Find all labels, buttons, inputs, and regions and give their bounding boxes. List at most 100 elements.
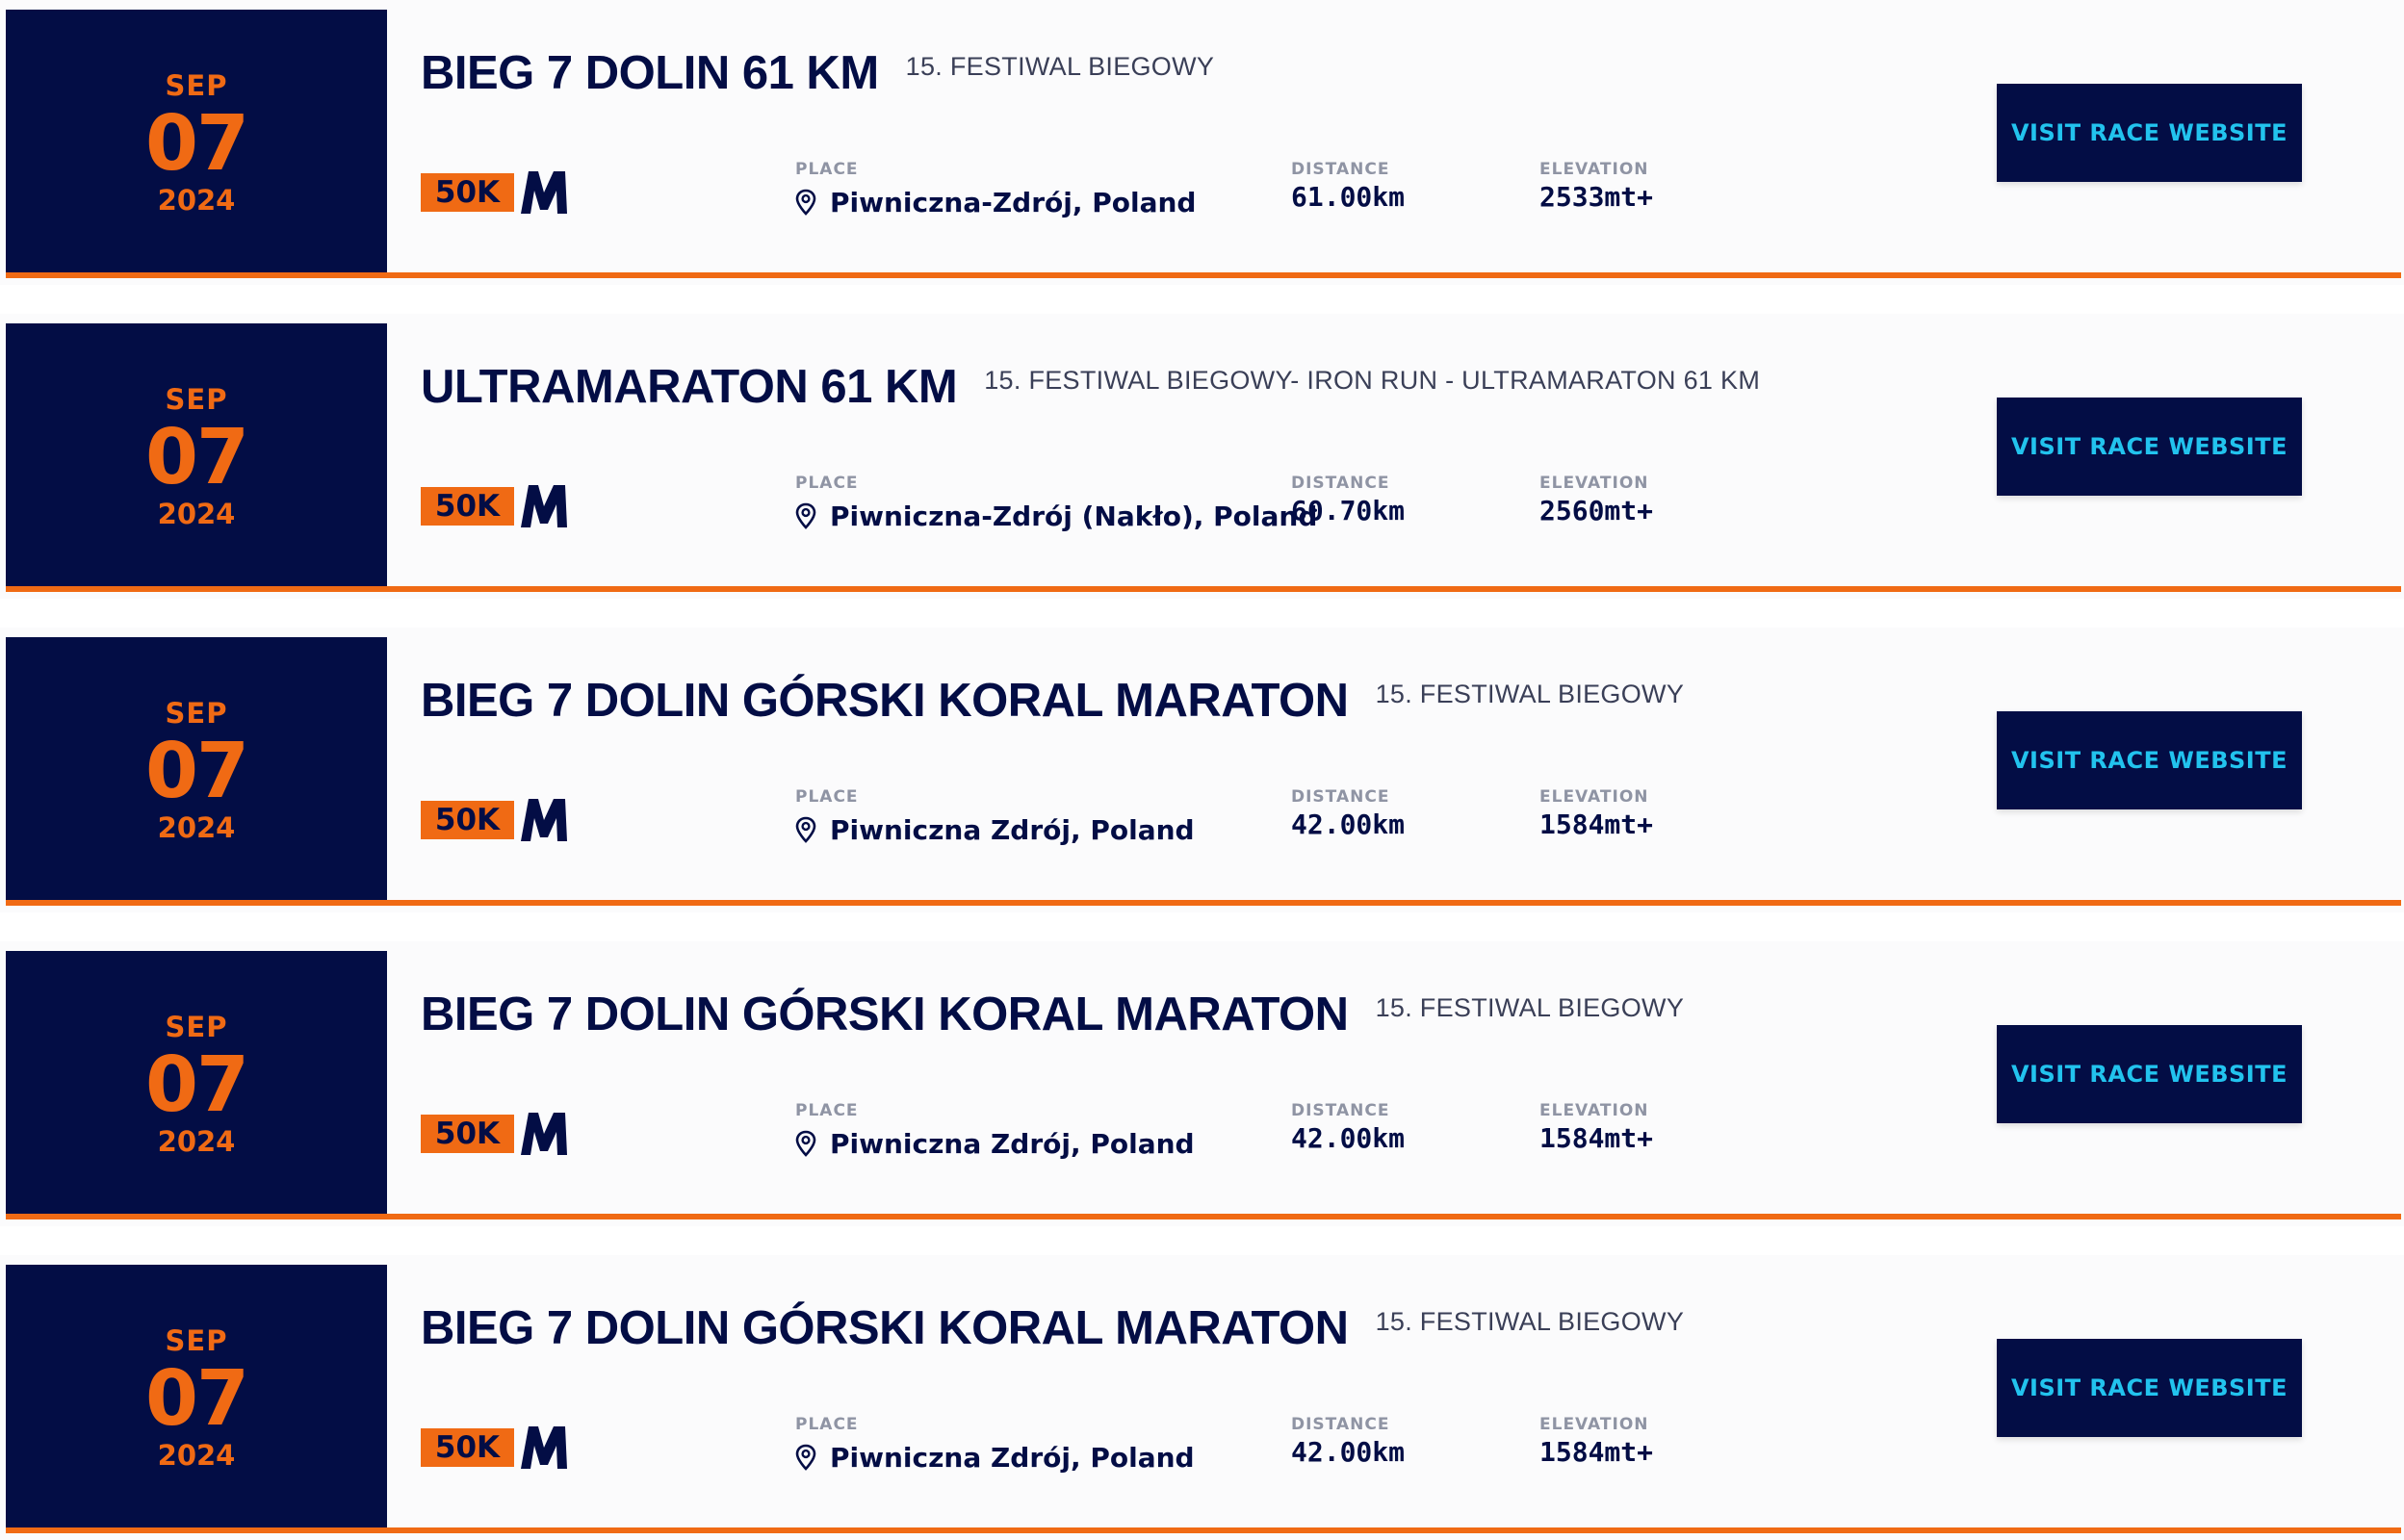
place-label: PLACE — [795, 787, 859, 807]
date-month: SEP — [165, 69, 228, 102]
place-label: PLACE — [795, 474, 859, 493]
place-value: Piwniczna Zdrój, Poland — [795, 814, 1195, 846]
date-month: SEP — [165, 1324, 228, 1357]
distance-value: 42.00km — [1291, 1436, 1406, 1468]
date-year: 2024 — [157, 1439, 236, 1472]
race-subtitle: 15. FESTIWAL BIEGOWY — [1375, 680, 1685, 708]
badge-distance-label: 50K — [421, 1428, 514, 1467]
elevation-value: 2533mt+ — [1539, 181, 1654, 213]
location-pin-icon — [795, 1130, 816, 1157]
distance-value: 60.70km — [1291, 495, 1406, 526]
race-subtitle: 15. FESTIWAL BIEGOWY — [1375, 993, 1685, 1022]
elevation-label: ELEVATION — [1539, 474, 1649, 493]
date-month: SEP — [165, 383, 228, 416]
place-text: Piwniczna Zdrój, Poland — [830, 1128, 1195, 1160]
race-card: SEP 07 2024 BIEG 7 DOLIN GÓRSKI KORAL MA… — [0, 1255, 2404, 1540]
place-text: Piwniczna Zdrój, Poland — [830, 814, 1195, 846]
distance-label: DISTANCE — [1291, 1101, 1390, 1120]
m-logo-icon — [521, 1113, 567, 1155]
elevation-label: ELEVATION — [1539, 787, 1649, 807]
distance-label: DISTANCE — [1291, 160, 1390, 179]
race-title-row: BIEG 7 DOLIN GÓRSKI KORAL MARATON 15. FES… — [421, 988, 1684, 1041]
race-title-row: BIEG 7 DOLIN 61 KM 15. FESTIWAL BIEGOWY — [421, 46, 1214, 100]
m-logo-icon — [521, 171, 567, 214]
race-title[interactable]: BIEG 7 DOLIN GÓRSKI KORAL MARATON — [421, 1302, 1349, 1354]
badge-distance-label: 50K — [421, 801, 514, 839]
distance-value: 42.00km — [1291, 808, 1406, 840]
race-title-row: ULTRAMARATON 61 KM 15. FESTIWAL BIEGOWY- … — [421, 360, 1760, 414]
distance-category-badge: 50K — [421, 789, 575, 841]
elevation-value: 1584mt+ — [1539, 1122, 1654, 1154]
badge-distance-label: 50K — [421, 1115, 514, 1153]
race-card: SEP 07 2024 BIEG 7 DOLIN 61 KM 15. FESTIW… — [0, 0, 2404, 285]
badge-distance-label: 50K — [421, 173, 514, 212]
m-logo-icon — [521, 1426, 567, 1469]
location-pin-icon — [795, 189, 816, 216]
place-label: PLACE — [795, 1415, 859, 1434]
race-subtitle: 15. FESTIWAL BIEGOWY — [1375, 1307, 1685, 1336]
badge-distance-label: 50K — [421, 487, 514, 526]
distance-value: 42.00km — [1291, 1122, 1406, 1154]
race-card: SEP 07 2024 ULTRAMARATON 61 KM 15. FESTIW… — [0, 314, 2404, 599]
elevation-value: 2560mt+ — [1539, 495, 1654, 526]
race-subtitle: 15. FESTIWAL BIEGOWY — [905, 52, 1215, 81]
date-year: 2024 — [157, 498, 236, 530]
visit-race-website-button[interactable]: VISIT RACE WEBSITE — [1997, 1339, 2302, 1437]
race-subtitle: 15. FESTIWAL BIEGOWY- IRON RUN - ULTRAMA… — [984, 366, 1761, 395]
place-label: PLACE — [795, 160, 859, 179]
distance-category-badge: 50K — [421, 475, 575, 527]
place-text: Piwniczna-Zdrój, Poland — [830, 187, 1197, 218]
date-day: 07 — [145, 1040, 249, 1129]
distance-category-badge: 50K — [421, 1417, 575, 1469]
date-block: SEP 07 2024 — [6, 323, 387, 586]
distance-label: DISTANCE — [1291, 1415, 1390, 1434]
race-card: SEP 07 2024 BIEG 7 DOLIN GÓRSKI KORAL MA… — [0, 628, 2404, 912]
date-day: 07 — [145, 727, 249, 815]
date-block: SEP 07 2024 — [6, 637, 387, 900]
date-day: 07 — [145, 1354, 249, 1443]
visit-race-website-button[interactable]: VISIT RACE WEBSITE — [1997, 1025, 2302, 1123]
date-month: SEP — [165, 697, 228, 730]
date-year: 2024 — [157, 811, 236, 844]
date-day: 07 — [145, 99, 249, 188]
place-label: PLACE — [795, 1101, 859, 1120]
location-pin-icon — [795, 1444, 816, 1471]
elevation-label: ELEVATION — [1539, 1415, 1649, 1434]
place-value: Piwniczna-Zdrój (Nakło), Poland — [795, 500, 1317, 532]
distance-value: 61.00km — [1291, 181, 1406, 213]
visit-race-website-button[interactable]: VISIT RACE WEBSITE — [1997, 711, 2302, 809]
visit-race-website-button[interactable]: VISIT RACE WEBSITE — [1997, 398, 2302, 496]
race-card: SEP 07 2024 BIEG 7 DOLIN GÓRSKI KORAL MA… — [0, 941, 2404, 1226]
m-logo-icon — [521, 799, 567, 841]
location-pin-icon — [795, 502, 816, 529]
distance-label: DISTANCE — [1291, 474, 1390, 493]
distance-label: DISTANCE — [1291, 787, 1390, 807]
date-month: SEP — [165, 1011, 228, 1043]
place-text: Piwniczna Zdrój, Poland — [830, 1442, 1195, 1474]
date-day: 07 — [145, 413, 249, 501]
elevation-label: ELEVATION — [1539, 1101, 1649, 1120]
race-title-row: BIEG 7 DOLIN GÓRSKI KORAL MARATON 15. FES… — [421, 674, 1684, 728]
distance-category-badge: 50K — [421, 1103, 575, 1155]
visit-race-website-button[interactable]: VISIT RACE WEBSITE — [1997, 84, 2302, 182]
m-logo-icon — [521, 485, 567, 527]
date-year: 2024 — [157, 184, 236, 217]
place-value: Piwniczna-Zdrój, Poland — [795, 187, 1196, 218]
location-pin-icon — [795, 816, 816, 843]
race-title[interactable]: BIEG 7 DOLIN GÓRSKI KORAL MARATON — [421, 988, 1349, 1040]
date-year: 2024 — [157, 1125, 236, 1158]
race-title[interactable]: ULTRAMARATON 61 KM — [421, 361, 958, 413]
place-value: Piwniczna Zdrój, Poland — [795, 1442, 1195, 1474]
place-value: Piwniczna Zdrój, Poland — [795, 1128, 1195, 1160]
elevation-label: ELEVATION — [1539, 160, 1649, 179]
elevation-value: 1584mt+ — [1539, 1436, 1654, 1468]
place-text: Piwniczna-Zdrój (Nakło), Poland — [830, 500, 1318, 532]
date-block: SEP 07 2024 — [6, 951, 387, 1214]
date-block: SEP 07 2024 — [6, 1265, 387, 1527]
race-title[interactable]: BIEG 7 DOLIN GÓRSKI KORAL MARATON — [421, 675, 1349, 727]
date-block: SEP 07 2024 — [6, 10, 387, 272]
distance-category-badge: 50K — [421, 162, 575, 214]
race-title[interactable]: BIEG 7 DOLIN 61 KM — [421, 47, 879, 99]
race-title-row: BIEG 7 DOLIN GÓRSKI KORAL MARATON 15. FES… — [421, 1301, 1684, 1355]
elevation-value: 1584mt+ — [1539, 808, 1654, 840]
